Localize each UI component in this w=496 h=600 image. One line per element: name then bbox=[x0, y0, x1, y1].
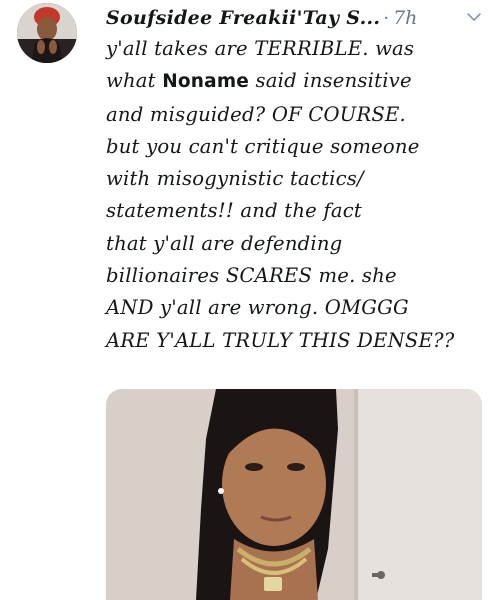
display-name[interactable]: Soufsidee Freakii'Tay S... bbox=[106, 7, 380, 29]
tweet-line: ARE Y'ALL TRULY THIS DENSE?? bbox=[106, 328, 455, 352]
tweet-line: what Noname said insensitive bbox=[106, 65, 492, 98]
tweet-line-text: what bbox=[106, 69, 163, 93]
tweet-line: but you can't critique someone bbox=[106, 134, 420, 158]
tweet-line: statements!! and the fact bbox=[106, 199, 362, 223]
tweet-header: Soufsidee Freakii'Tay S... · 7h bbox=[106, 3, 482, 33]
tweet-line-text: said insensitive bbox=[249, 69, 412, 93]
tweet-line: that y'all are defending bbox=[106, 231, 343, 255]
tweet-line: billionaires SCARES me. she bbox=[106, 264, 397, 288]
separator-dot: · bbox=[383, 7, 390, 29]
tweet-line: AND y'all are wrong. OMGGG bbox=[106, 296, 409, 320]
tweet-media-image[interactable] bbox=[106, 389, 482, 600]
tweet-line: with misogynistic tactics/ bbox=[106, 167, 364, 191]
avatar[interactable] bbox=[17, 3, 77, 63]
chevron-down-icon[interactable] bbox=[466, 10, 482, 24]
avatar-image bbox=[17, 3, 77, 63]
tweet-line: and misguided? OF COURSE. bbox=[106, 102, 406, 126]
tweet-text: y'all takes are TERRIBLE. was what Nonam… bbox=[106, 33, 492, 357]
timestamp[interactable]: 7h bbox=[393, 7, 417, 29]
media-photo bbox=[106, 389, 482, 600]
mention-noname: Noname bbox=[162, 71, 250, 93]
tweet-line: y'all takes are TERRIBLE. was bbox=[106, 37, 415, 60]
